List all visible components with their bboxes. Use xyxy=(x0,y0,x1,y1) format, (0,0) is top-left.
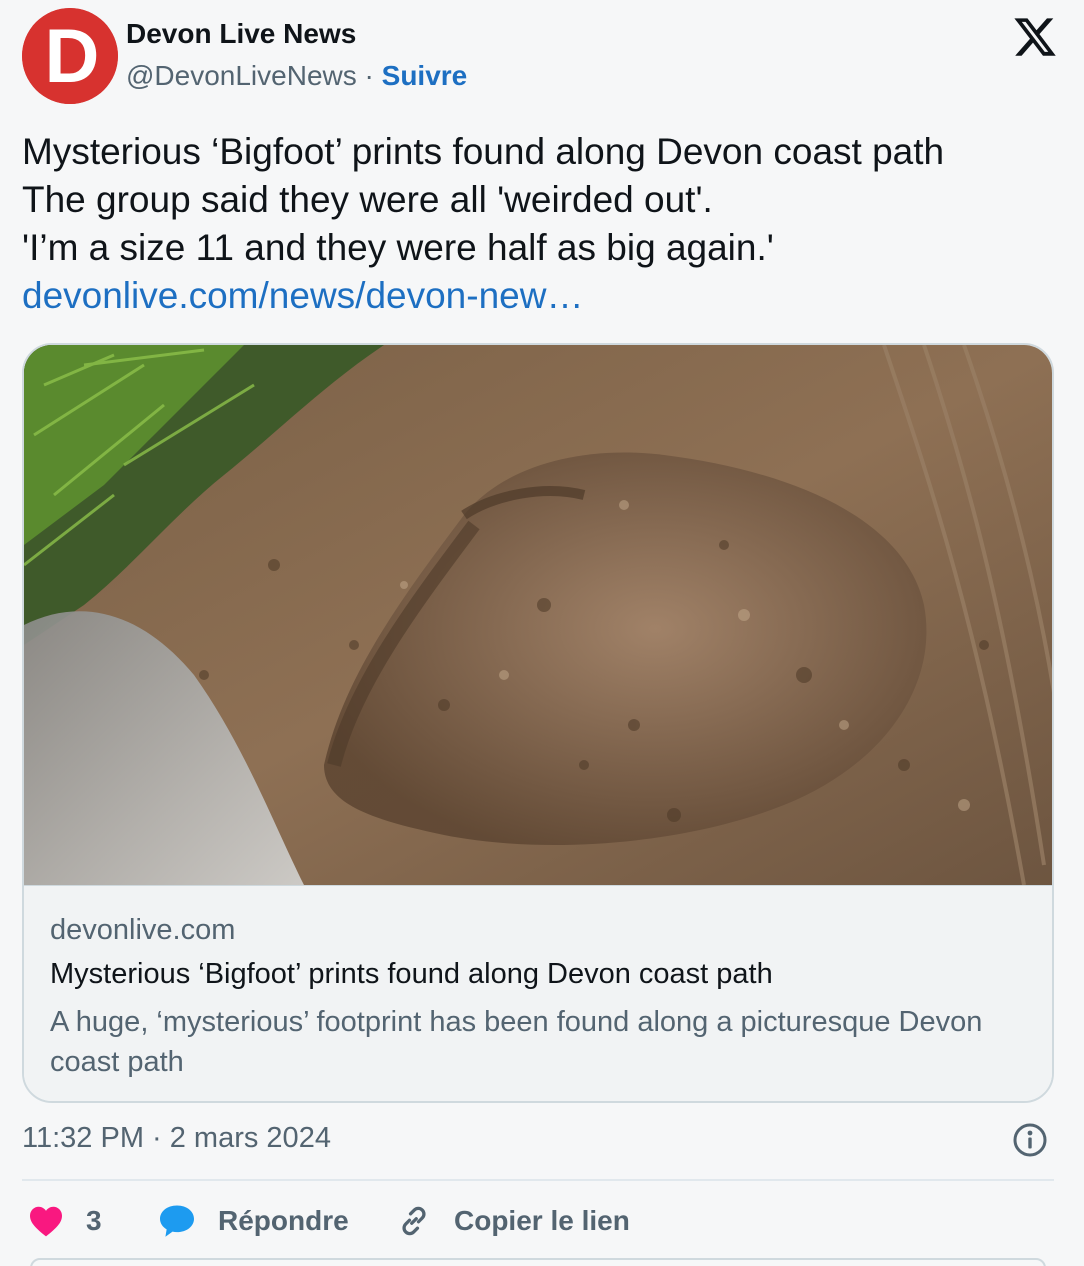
copy-link-label: Copier le lien xyxy=(454,1205,630,1236)
author-handle[interactable]: @DevonLiveNews xyxy=(126,60,357,91)
tweet-text: Mysterious ‘Bigfoot’ prints found along … xyxy=(22,128,1052,320)
tweet-line: The group said they were all 'weirded ou… xyxy=(22,179,713,220)
reply-bubble-icon xyxy=(160,1205,194,1237)
author-handle-line: @DevonLiveNews · Suivre xyxy=(126,60,467,92)
heart-icon xyxy=(30,1206,62,1237)
x-logo-icon[interactable] xyxy=(1012,14,1058,60)
avatar-letter: D xyxy=(45,14,100,99)
tweet-line: 'I’m a size 11 and they were half as big… xyxy=(22,227,774,268)
divider xyxy=(22,1179,1054,1181)
tweet-timestamp[interactable]: 11:32 PM · 2 mars 2024 xyxy=(22,1122,331,1155)
reply-button[interactable]: Répondre xyxy=(158,1196,349,1246)
like-button[interactable]: 3 xyxy=(28,1196,102,1246)
card-title: Mysterious ‘Bigfoot’ prints found along … xyxy=(50,958,773,990)
follow-button[interactable]: Suivre xyxy=(382,60,468,91)
info-icon[interactable] xyxy=(1012,1122,1048,1158)
muddy-footprint-photo-icon xyxy=(24,345,1052,885)
card-image[interactable] xyxy=(24,345,1052,885)
handle-separator: · xyxy=(364,60,374,91)
card-meta: devonlive.com Mysterious ‘Bigfoot’ print… xyxy=(24,885,1052,1101)
like-count: 3 xyxy=(86,1205,102,1236)
tweet-header: D Devon Live News @DevonLiveNews · Suivr… xyxy=(22,8,1062,104)
link-icon xyxy=(402,1206,426,1236)
tweet-line: Mysterious ‘Bigfoot’ prints found along … xyxy=(22,131,945,172)
reply-label: Répondre xyxy=(218,1205,349,1236)
card-domain: devonlive.com xyxy=(50,914,236,946)
action-bar: 3 Répondre Copier le lien xyxy=(22,1196,1054,1246)
next-item-edge xyxy=(30,1258,1046,1266)
avatar[interactable]: D xyxy=(22,8,118,104)
link-preview-card[interactable]: devonlive.com Mysterious ‘Bigfoot’ print… xyxy=(22,343,1054,1103)
card-description: A huge, ‘mysterious’ footprint has been … xyxy=(50,1006,983,1078)
author-name[interactable]: Devon Live News xyxy=(126,18,356,50)
tweet-link[interactable]: devonlive.com/news/devon-new… xyxy=(22,272,1052,320)
copy-link-button[interactable]: Copier le lien xyxy=(396,1196,630,1246)
